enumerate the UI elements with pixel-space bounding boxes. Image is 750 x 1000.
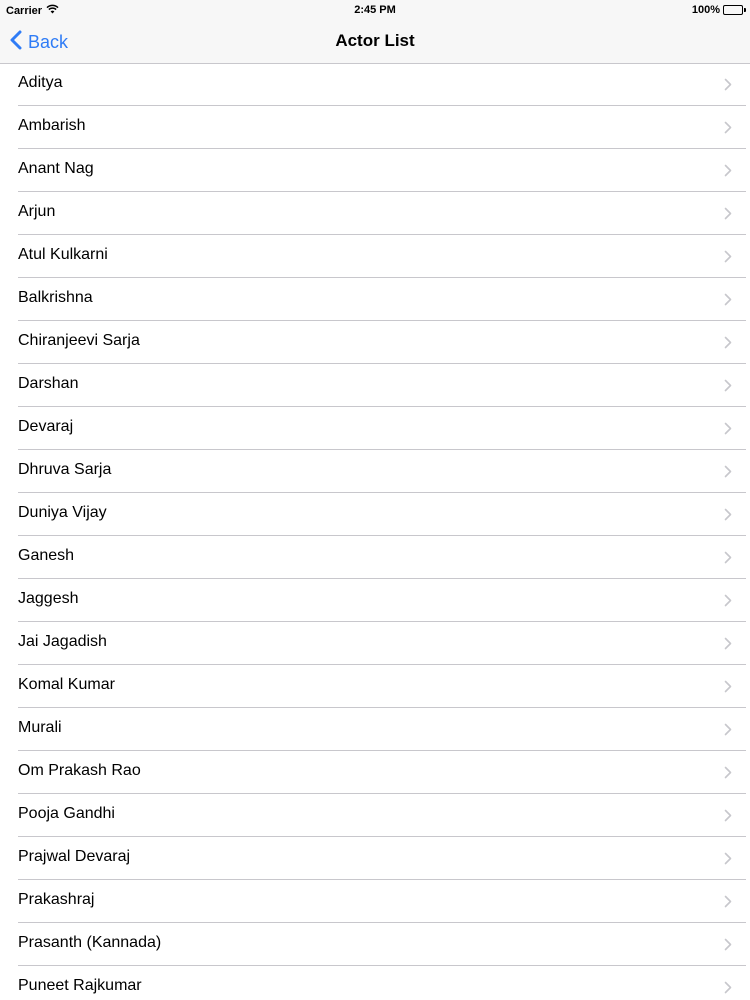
actor-name: Ambarish [18, 117, 86, 134]
list-item[interactable]: Atul Kulkarni [0, 235, 750, 278]
list-item[interactable]: Darshan [0, 364, 750, 407]
actor-name: Duniya Vijay [18, 504, 107, 521]
list-item[interactable]: Om Prakash Rao [0, 751, 750, 794]
status-bar: Carrier 2:45 PM 100% [0, 0, 750, 22]
list-item[interactable]: Prakashraj [0, 880, 750, 923]
actor-name: Devaraj [18, 418, 74, 435]
actor-name: Komal Kumar [18, 676, 115, 693]
chevron-right-icon [724, 723, 732, 736]
actor-name: Prajwal Devaraj [18, 848, 131, 865]
actor-name: Jaggesh [18, 590, 79, 607]
actor-list: Aditya Ambarish Anant Nag Arjun Atul Kulkarn… [0, 63, 750, 1000]
chevron-right-icon [724, 508, 732, 521]
chevron-right-icon [724, 551, 732, 564]
chevron-right-icon [724, 895, 732, 908]
actor-name: Murali [18, 719, 62, 736]
actor-name: Puneet Rajkumar [18, 977, 142, 994]
list-item[interactable]: Anant Nag [0, 149, 750, 192]
page-title: Actor List [335, 31, 415, 50]
list-item[interactable]: Prajwal Devaraj [0, 837, 750, 880]
chevron-right-icon [724, 422, 732, 435]
list-item[interactable]: Arjun [0, 192, 750, 235]
chevron-right-icon [724, 78, 732, 91]
list-item[interactable]: Pooja Gandhi [0, 794, 750, 837]
chevron-right-icon [724, 680, 732, 693]
actor-name: Dhruva Sarja [18, 461, 112, 478]
chevron-right-icon [724, 852, 732, 865]
chevron-right-icon [724, 637, 732, 650]
actor-name: Prasanth (Kannada) [18, 934, 162, 951]
actor-name: Om Prakash Rao [18, 762, 141, 779]
list-item[interactable]: Prasanth (Kannada) [0, 923, 750, 966]
actor-name: Chiranjeevi Sarja [18, 332, 140, 349]
status-time: 2:45 PM [354, 4, 396, 16]
chevron-right-icon [724, 766, 732, 779]
actor-name: Arjun [18, 203, 56, 220]
actor-name: Aditya [18, 74, 63, 91]
list-item[interactable]: Ganesh [0, 536, 750, 579]
chevron-right-icon [724, 981, 732, 994]
chevron-right-icon [724, 809, 732, 822]
chevron-right-icon [724, 594, 732, 607]
list-item[interactable]: Jaggesh [0, 579, 750, 622]
chevron-right-icon [724, 121, 732, 134]
chevron-right-icon [724, 293, 732, 306]
list-item[interactable]: Dhruva Sarja [0, 450, 750, 493]
chevron-right-icon [724, 379, 732, 392]
chevron-right-icon [724, 336, 732, 349]
list-item[interactable]: Puneet Rajkumar [0, 966, 750, 1000]
screen: Carrier 2:45 PM 100% Back Actor List Adi… [0, 0, 750, 1000]
list-item[interactable]: Duniya Vijay [0, 493, 750, 536]
chevron-right-icon [724, 164, 732, 177]
battery-full-icon [723, 5, 746, 15]
list-item[interactable]: Jai Jagadish [0, 622, 750, 665]
actor-name: Prakashraj [18, 891, 95, 908]
actor-name: Ganesh [18, 547, 75, 564]
chevron-right-icon [724, 465, 732, 478]
list-item[interactable]: Balkrishna [0, 278, 750, 321]
list-item[interactable]: Aditya [0, 63, 750, 106]
status-right: 100% [692, 4, 746, 16]
actor-name: Anant Nag [18, 160, 94, 177]
list-item[interactable]: Ambarish [0, 106, 750, 149]
list-item[interactable]: Murali [0, 708, 750, 751]
chevron-right-icon [724, 207, 732, 220]
chevron-right-icon [724, 938, 732, 951]
navigation-bar: Back Actor List [0, 22, 750, 64]
chevron-right-icon [724, 250, 732, 263]
battery-percent: 100% [691, 4, 720, 16]
actor-name: Pooja Gandhi [18, 805, 115, 822]
list-item[interactable]: Komal Kumar [0, 665, 750, 708]
actor-name: Balkrishna [18, 289, 93, 306]
actor-name: Atul Kulkarni [18, 246, 108, 263]
actor-name: Jai Jagadish [18, 633, 107, 650]
actor-name: Darshan [18, 375, 79, 392]
list-item[interactable]: Devaraj [0, 407, 750, 450]
list-item[interactable]: Chiranjeevi Sarja [0, 321, 750, 364]
